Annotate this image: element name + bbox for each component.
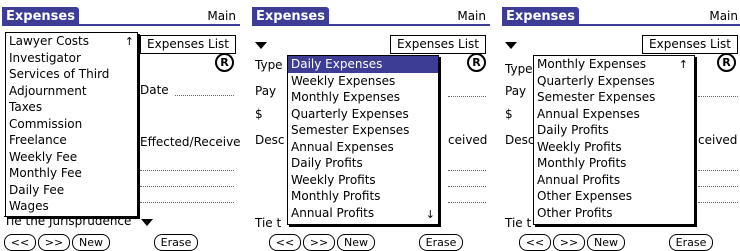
- desc-line-3[interactable]: [448, 202, 486, 203]
- expenses-list-button[interactable]: Expenses List: [642, 35, 738, 54]
- received-label: ceived: [698, 133, 738, 147]
- new-button[interactable]: New: [587, 234, 625, 251]
- screen-1: Expenses Main Expenses List R Date Effec…: [0, 0, 240, 251]
- popup-item[interactable]: Weekly Fee: [6, 149, 137, 166]
- tie-dropdown-arrow-icon[interactable]: [141, 219, 153, 226]
- popup-item[interactable]: Monthly Fee: [6, 165, 137, 182]
- next-button[interactable]: >>: [553, 234, 585, 251]
- next-button[interactable]: >>: [38, 234, 70, 251]
- type-popup-list[interactable]: Daily Expenses Weekly Expenses Monthly E…: [287, 55, 439, 225]
- popup-item[interactable]: Weekly Profits: [288, 172, 438, 189]
- scroll-up-arrow-icon[interactable]: ↑: [679, 59, 688, 70]
- type-popup-list[interactable]: Lawyer Costs Investigator Services of Th…: [5, 32, 138, 217]
- main-link[interactable]: Main: [207, 8, 236, 24]
- prev-button[interactable]: <<: [269, 234, 301, 251]
- popup-item[interactable]: Annual Profits: [534, 172, 694, 189]
- expenses-list-button[interactable]: Expenses List: [140, 35, 236, 54]
- popup-item[interactable]: Monthly Expenses: [288, 89, 438, 106]
- scroll-down-arrow-icon[interactable]: ↓: [426, 209, 435, 220]
- desc-line-3[interactable]: [698, 202, 738, 203]
- popup-item[interactable]: Daily Profits: [288, 155, 438, 172]
- type-label: Type: [505, 62, 533, 76]
- title-underline: [252, 24, 490, 26]
- popup-item[interactable]: Services of Third: [6, 66, 137, 83]
- desc-line-3[interactable]: [140, 202, 234, 203]
- erase-button[interactable]: Erase: [669, 234, 713, 251]
- new-button[interactable]: New: [72, 234, 110, 251]
- next-button[interactable]: >>: [303, 234, 335, 251]
- new-button[interactable]: New: [337, 234, 375, 251]
- popup-item[interactable]: Quarterly Expenses: [288, 106, 438, 123]
- popup-item[interactable]: Weekly Profits: [534, 139, 694, 156]
- popup-item[interactable]: Commission: [6, 116, 137, 133]
- main-link[interactable]: Main: [709, 8, 738, 24]
- date-label: Date: [140, 83, 169, 97]
- pay-label: Pay: [505, 84, 527, 98]
- category-dropdown-arrow-icon[interactable]: [255, 42, 267, 49]
- desc-line-2[interactable]: [448, 186, 486, 187]
- popup-item[interactable]: Monthly Expenses: [534, 56, 694, 73]
- desc-line-2[interactable]: [698, 186, 738, 187]
- popup-item[interactable]: Taxes: [6, 99, 137, 116]
- recurring-r-badge[interactable]: R: [467, 53, 486, 72]
- popup-item-selected[interactable]: Daily Expenses: [288, 56, 438, 73]
- received-label: ceived: [448, 133, 488, 147]
- popup-item[interactable]: Investigator: [6, 50, 137, 67]
- title-underline: [2, 24, 240, 26]
- erase-button[interactable]: Erase: [419, 234, 463, 251]
- scroll-up-arrow-icon[interactable]: ↑: [125, 36, 134, 47]
- type-popup-list[interactable]: Monthly Expenses Quarterly Expenses Seme…: [533, 55, 695, 225]
- desc-line-2[interactable]: [140, 186, 234, 187]
- currency-label: $: [255, 107, 263, 121]
- desc-line-1[interactable]: [140, 170, 234, 171]
- popup-item[interactable]: Other Expenses: [534, 188, 694, 205]
- popup-item[interactable]: Freelance: [6, 132, 137, 149]
- popup-item[interactable]: Other Profits: [534, 205, 694, 222]
- title-underline: [502, 24, 740, 26]
- desc-line-1[interactable]: [448, 170, 486, 171]
- popup-item[interactable]: Wages: [6, 198, 137, 215]
- popup-item[interactable]: Annual Profits: [288, 205, 438, 222]
- popup-item[interactable]: Daily Fee: [6, 182, 137, 199]
- tie-jurisprudence-label[interactable]: Tie t: [505, 216, 531, 230]
- tie-jurisprudence-label[interactable]: Tie t: [255, 216, 281, 230]
- category-dropdown-arrow-icon[interactable]: [505, 42, 517, 49]
- effected-received-label: Effected/Received: [140, 135, 240, 149]
- pay-line[interactable]: [698, 96, 738, 97]
- popup-item[interactable]: Weekly Expenses: [288, 73, 438, 90]
- recurring-r-badge[interactable]: R: [717, 53, 736, 72]
- popup-item[interactable]: Daily Profits: [534, 122, 694, 139]
- main-link[interactable]: Main: [457, 8, 486, 24]
- prev-button[interactable]: <<: [519, 234, 551, 251]
- description-label: Desc: [505, 133, 535, 147]
- popup-item[interactable]: Lawyer Costs: [6, 33, 137, 50]
- erase-button[interactable]: Erase: [154, 234, 198, 251]
- popup-item[interactable]: Adjournment: [6, 83, 137, 100]
- pay-line[interactable]: [448, 96, 486, 97]
- expenses-list-button[interactable]: Expenses List: [390, 35, 486, 54]
- popup-item[interactable]: Semester Expenses: [288, 122, 438, 139]
- popup-item[interactable]: Monthly Profits: [534, 155, 694, 172]
- popup-item[interactable]: Semester Expenses: [534, 89, 694, 106]
- desc-line-1[interactable]: [698, 170, 738, 171]
- type-label: Type: [255, 58, 283, 72]
- popup-item[interactable]: Annual Expenses: [288, 139, 438, 156]
- date-line[interactable]: [175, 95, 234, 96]
- screen-3: Expenses Main Expenses List R Type Pay $…: [500, 0, 740, 251]
- popup-item[interactable]: Monthly Profits: [288, 188, 438, 205]
- popup-item[interactable]: Annual Expenses: [534, 106, 694, 123]
- pay-label: Pay: [255, 84, 277, 98]
- currency-label: $: [505, 107, 513, 121]
- description-label: Desc: [255, 133, 285, 147]
- recurring-r-badge[interactable]: R: [215, 53, 234, 72]
- screen-2: Expenses Main Expenses List R Type Pay $…: [250, 0, 490, 251]
- popup-item[interactable]: Quarterly Expenses: [534, 73, 694, 90]
- prev-button[interactable]: <<: [4, 234, 36, 251]
